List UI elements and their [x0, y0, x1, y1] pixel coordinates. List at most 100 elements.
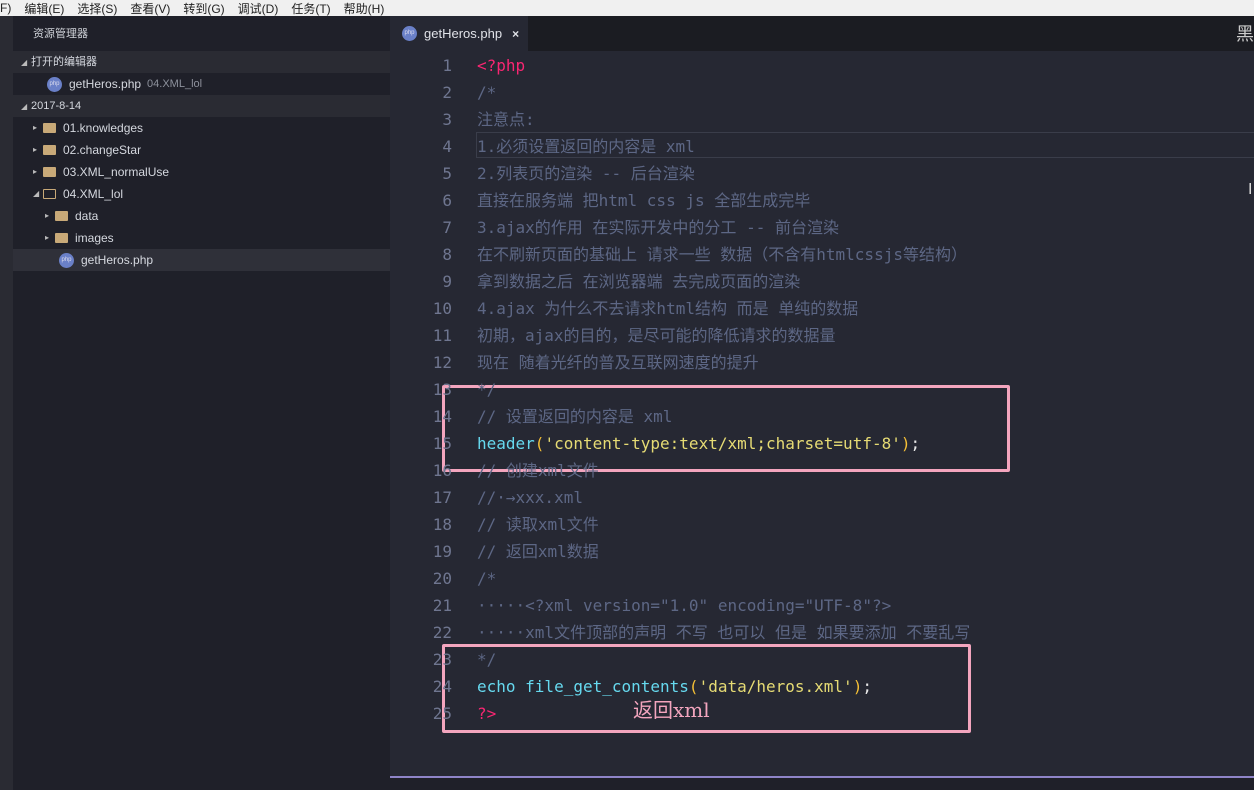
tree-item-label: 03.XML_normalUse [63, 165, 170, 179]
line-number: 11 [432, 326, 452, 345]
line-number: 9 [442, 272, 452, 291]
line-number: 6 [442, 191, 452, 210]
line-number: 1 [442, 56, 452, 75]
collapsed-icon[interactable]: ▸ [45, 205, 55, 227]
line-number: 10 [432, 299, 452, 318]
code-line[interactable]: //·→xxx.xml [477, 484, 583, 511]
menu-item[interactable]: 帮助(H) [344, 0, 385, 17]
tree-item[interactable]: php getHeros.php [13, 249, 390, 271]
bottom-panel-border [390, 776, 1254, 790]
line-number: 3 [442, 110, 452, 129]
tree-item[interactable]: ▸ 03.XML_normalUse [13, 161, 390, 183]
code-line[interactable]: // 设置返回的内容是 xml [477, 403, 672, 430]
code-line[interactable]: echo file_get_contents('data/heros.xml')… [477, 673, 872, 700]
tree-item[interactable]: ▸ 02.changeStar [13, 139, 390, 161]
file-name: getHeros.php [69, 77, 142, 91]
code-line[interactable]: ·····xml文件顶部的声明 不写 也可以 但是 如果要添加 不要乱写 [477, 619, 970, 646]
code-line[interactable]: 拿到数据之后 在浏览器端 去完成页面的渲染 [477, 268, 800, 295]
code-token: ·····<?xml version="1.0" encoding="UTF-8… [477, 596, 892, 615]
code-line[interactable]: 直接在服务端 把html css js 全部生成完毕 [477, 187, 810, 214]
code-line[interactable]: 4.ajax 为什么不去请求html结构 而是 单纯的数据 [477, 295, 858, 322]
code-line[interactable]: 3.ajax的作用 在实际开发中的分工 -- 前台渲染 [477, 214, 839, 241]
file-tree: ▸ 01.knowledges ▸ 02.changeStar ▸ 03.XML_norm… [13, 117, 390, 271]
php-file-icon: php [402, 26, 417, 41]
collapse-icon: ◢ [21, 102, 28, 111]
code-line[interactable]: ?> [477, 700, 496, 727]
menu-item[interactable]: 选择(S) [77, 0, 117, 17]
tab-bar: php getHeros.php × 黑 [390, 16, 1254, 51]
code-token: 在不刷新页面的基础上 请求一些 数据（不含有htmlcssjs等结构） [477, 245, 967, 264]
line-number: 4 [442, 137, 452, 156]
code-line[interactable]: 2.列表页的渲染 -- 后台渲染 [477, 160, 695, 187]
open-editors-section[interactable]: ◢ 打开的编辑器 [13, 51, 390, 73]
code-line[interactable]: /* [477, 565, 496, 592]
code-token: <?php [477, 56, 526, 75]
code-token: echo file_get_contents [477, 677, 689, 696]
code-token: // 设置返回的内容是 xml [477, 407, 673, 426]
code-line[interactable]: /* [477, 79, 496, 106]
menu-item[interactable]: 任务(T) [291, 0, 330, 17]
menu-item[interactable]: 编辑(E) [24, 0, 64, 17]
collapse-icon: ◢ [21, 58, 28, 67]
code-token: 1.必须设置返回的内容是 xml [477, 137, 695, 156]
folder-icon [43, 167, 56, 177]
corner-text: 黑 [1236, 24, 1254, 44]
menu-item[interactable]: 查看(V) [130, 0, 170, 17]
workspace-section[interactable]: ◢ 2017-8-14 [13, 95, 390, 117]
collapsed-icon[interactable]: ▸ [33, 139, 43, 161]
folder-icon [43, 189, 56, 199]
tree-item[interactable]: ◢ 04.XML_lol [13, 183, 390, 205]
menu-item[interactable]: 调试(D) [238, 0, 279, 17]
open-editor-item[interactable]: php getHeros.php 04.XML_lol [13, 73, 390, 95]
code-editor[interactable]: I 返回xml 1 <?php 2/* 3 注意点: 4 1.必须设置返回的内容是 xml 5… [390, 51, 1254, 776]
code-line[interactable]: 1.必须设置返回的内容是 xml [477, 133, 695, 160]
line-number: 2 [442, 83, 452, 102]
php-file-icon: php [59, 252, 74, 268]
tree-item[interactable]: ▸ data [13, 205, 390, 227]
collapsed-icon[interactable]: ▸ [45, 227, 55, 249]
menu-item[interactable]: 转到(G) [183, 0, 224, 17]
code-line[interactable]: 现在 随着光纤的普及互联网速度的提升 [477, 349, 759, 376]
line-number: 7 [442, 218, 452, 237]
code-line[interactable]: // 读取xml文件 [477, 511, 599, 538]
folder-icon [55, 211, 68, 221]
line-number: 8 [442, 245, 452, 264]
code-line[interactable]: 初期，ajax的目的，是尽可能的降低请求的数据量 [477, 322, 836, 349]
tree-item[interactable]: ▸ images [13, 227, 390, 249]
tree-item[interactable]: ▸ 01.knowledges [13, 117, 390, 139]
code-line[interactable]: 注意点: [477, 106, 535, 133]
code-token: 直接在服务端 把html css js 全部生成完毕 [477, 191, 811, 210]
code-token: /* [477, 569, 497, 588]
close-icon[interactable]: × [512, 27, 519, 41]
collapsed-icon[interactable]: ▸ [33, 161, 43, 183]
code-line[interactable]: <?php [477, 52, 525, 79]
code-token: /* [477, 83, 497, 102]
activity-bar [0, 16, 13, 790]
code-token: ) [900, 434, 911, 453]
code-line[interactable]: */ [477, 376, 496, 403]
code-line[interactable]: header('content-type:text/xml;charset=ut… [477, 430, 920, 457]
section-label: 打开的编辑器 [31, 56, 97, 68]
code-token: 2.列表页的渲染 -- 后台渲染 [477, 164, 695, 183]
code-token: 3.ajax的作用 在实际开发中的分工 -- 前台渲染 [477, 218, 839, 237]
line-number: 21 [432, 596, 452, 615]
line-number: 25 [432, 704, 452, 723]
code-line[interactable]: // 返回xml数据 [477, 538, 599, 565]
line-number: 23 [432, 650, 452, 669]
tree-item-label: getHeros.php [81, 253, 154, 267]
menu-item[interactable]: F) [0, 1, 11, 15]
line-number: 18 [432, 515, 452, 534]
line-number: 22 [432, 623, 452, 642]
code-line[interactable]: // 创建xml文件 [477, 457, 599, 484]
code-line[interactable]: 在不刷新页面的基础上 请求一些 数据（不含有htmlcssjs等结构） [477, 241, 967, 268]
collapsed-icon[interactable]: ▸ [33, 117, 43, 139]
code-line[interactable]: */ [477, 646, 496, 673]
line-number: 24 [432, 677, 452, 696]
code-token: ; [910, 434, 921, 453]
code-line[interactable]: ·····<?xml version="1.0" encoding="UTF-8… [477, 592, 891, 619]
code-token: ·····xml文件顶部的声明 不写 也可以 但是 如果要添加 不要乱写 [477, 623, 971, 642]
tab-getheros[interactable]: php getHeros.php × [390, 16, 528, 51]
expanded-icon[interactable]: ◢ [33, 183, 43, 205]
tab-label: getHeros.php [424, 26, 503, 41]
line-number: 15 [432, 434, 452, 453]
